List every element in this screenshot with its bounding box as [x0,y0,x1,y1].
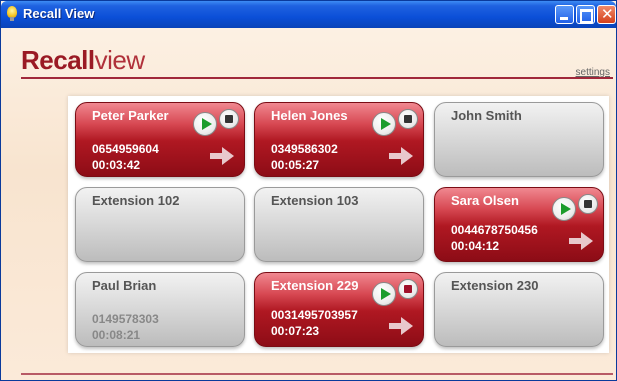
stop-icon[interactable] [219,109,239,129]
stop-icon[interactable] [398,109,418,129]
tile-name: Extension 230 [451,278,539,293]
tile-duration: 00:05:27 [271,158,320,172]
close-icon: ✕ [601,5,614,23]
logo-light-text: view [94,45,146,75]
tile-duration: 00:03:42 [92,158,141,172]
tile-john-smith[interactable]: John Smith [434,102,604,177]
tile-name: Extension 103 [271,193,359,208]
transfer-arrow-icon[interactable] [389,147,413,165]
tile-name: Sara Olsen [451,193,519,208]
tile-duration: 00:04:12 [451,239,500,253]
tile-number: 0044678750456 [451,223,538,237]
tile-name: Peter Parker [92,108,169,123]
transfer-arrow-icon[interactable] [569,232,593,250]
play-icon[interactable] [552,197,576,221]
footer-divider [21,373,613,375]
lightbulb-icon [7,6,17,21]
stop-icon[interactable] [398,279,418,299]
tile-number: 0149578303 [92,312,159,326]
play-icon[interactable] [372,282,396,306]
tile-name: Extension 229 [271,278,359,293]
recall-view-window: Recall View ✕ Recallview settings Peter … [0,0,617,381]
tile-name: Extension 102 [92,193,180,208]
app-logo: Recallview [21,45,145,76]
tile-name: Paul Brian [92,278,157,293]
play-icon[interactable] [193,112,217,136]
minimize-button[interactable] [555,5,574,24]
tile-extension-229[interactable]: Extension 229 0031495703957 00:07:23 [254,272,424,347]
tile-duration: 00:08:21 [92,328,141,342]
stop-icon[interactable] [578,194,598,214]
close-button[interactable]: ✕ [597,5,616,24]
tile-name: John Smith [451,108,522,123]
tile-extension-103[interactable]: Extension 103 [254,187,424,262]
play-icon[interactable] [372,112,396,136]
tile-extension-102[interactable]: Extension 102 [75,187,245,262]
tile-helen-jones[interactable]: Helen Jones 0349586302 00:05:27 [254,102,424,177]
title-bar[interactable]: Recall View ✕ [1,1,616,28]
header-divider [21,77,613,79]
tile-paul-brian[interactable]: Paul Brian 0149578303 00:08:21 [75,272,245,347]
window-title: Recall View [23,6,95,21]
tile-name: Helen Jones [271,108,348,123]
tile-number: 0031495703957 [271,308,358,322]
tile-number: 0654959604 [92,142,159,156]
maximize-button[interactable] [576,5,595,24]
tile-number: 0349586302 [271,142,338,156]
tile-duration: 00:07:23 [271,324,320,338]
extension-grid: Peter Parker 0654959604 00:03:42 Helen J… [68,96,609,353]
transfer-arrow-icon[interactable] [389,317,413,335]
transfer-arrow-icon[interactable] [210,147,234,165]
logo-bold-text: Recall [21,45,95,75]
tile-sara-olsen[interactable]: Sara Olsen 0044678750456 00:04:12 [434,187,604,262]
tile-extension-230[interactable]: Extension 230 [434,272,604,347]
tile-peter-parker[interactable]: Peter Parker 0654959604 00:03:42 [75,102,245,177]
